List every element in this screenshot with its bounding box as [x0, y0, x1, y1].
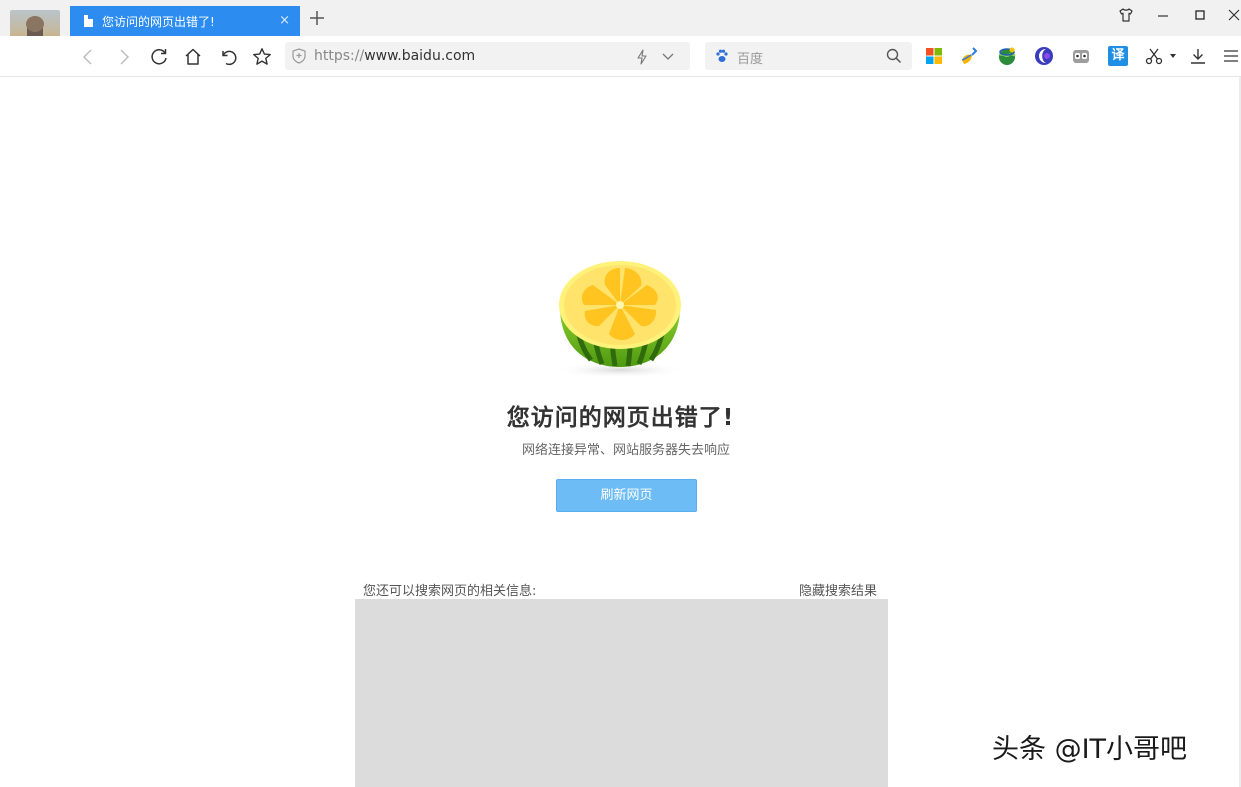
skin-button[interactable]: [1114, 7, 1138, 29]
address-bar[interactable]: https://www.baidu.com: [285, 42, 690, 70]
windows-grid-icon: [926, 48, 942, 64]
home-icon: [185, 48, 201, 65]
new-tab-button[interactable]: [305, 7, 329, 31]
shield-icon[interactable]: [292, 48, 306, 64]
moon-icon: [1035, 47, 1053, 65]
cleaner-extension-button[interactable]: [959, 45, 981, 67]
globe-icon: [999, 47, 1016, 65]
tab-title: 您访问的网页出错了!: [102, 15, 215, 29]
bookmark-button[interactable]: [250, 45, 274, 69]
refresh-page-button[interactable]: 刷新网页: [556, 479, 697, 512]
undo-icon: [222, 50, 237, 66]
lightning-icon[interactable]: [635, 49, 649, 65]
url-text[interactable]: https://www.baidu.com: [314, 48, 475, 64]
restore-tab-button[interactable]: [216, 45, 240, 69]
caret-down-icon: [1170, 54, 1176, 58]
downloads-button[interactable]: [1187, 45, 1209, 67]
related-search-label: 您还可以搜索网页的相关信息:: [363, 584, 537, 599]
chevron-right-icon: [120, 49, 129, 65]
game-extension-button[interactable]: [1070, 45, 1092, 67]
avatar-head: [26, 16, 44, 32]
chevron-left-icon: [83, 49, 92, 65]
minimize-icon: [1158, 15, 1168, 17]
back-button[interactable]: [76, 45, 100, 69]
broom-icon: [961, 47, 978, 64]
screenshot-dropdown[interactable]: [1166, 45, 1180, 67]
shirt-icon: [1119, 8, 1133, 22]
search-results-panel: [355, 599, 888, 787]
search-box[interactable]: 百度: [705, 42, 912, 70]
tab-strip: 您访问的网页出错了! ×: [0, 0, 1241, 61]
error-page: 您访问的网页出错了! 网络连接异常、网站服务器失去响应 刷新网页 您还可以搜索网…: [0, 77, 1241, 787]
download-icon: [1191, 49, 1205, 64]
search-icon[interactable]: [886, 48, 902, 64]
apps-extension-button[interactable]: [923, 45, 945, 67]
document-icon: [84, 15, 93, 27]
moon-extension-button[interactable]: [1033, 45, 1055, 67]
translate-icon: 译: [1108, 46, 1128, 66]
watermark-text: 头条 @IT小哥吧: [992, 734, 1188, 765]
error-title: 您访问的网页出错了!: [506, 405, 735, 431]
search-input[interactable]: 百度: [737, 48, 763, 67]
reload-button[interactable]: [147, 45, 171, 69]
maximize-icon: [1195, 10, 1205, 20]
hide-results-link[interactable]: 隐藏搜索结果: [799, 580, 877, 599]
forward-button[interactable]: [112, 45, 136, 69]
globe-extension-button[interactable]: [996, 45, 1018, 67]
tab-close-icon[interactable]: ×: [279, 13, 290, 28]
tab-active[interactable]: 您访问的网页出错了! ×: [70, 6, 300, 36]
main-menu-button[interactable]: [1220, 45, 1241, 67]
error-subtitle: 网络连接异常、网站服务器失去响应: [521, 443, 730, 458]
star-icon: [253, 48, 271, 65]
close-icon: [1228, 9, 1240, 21]
gamepad-icon: [1073, 50, 1089, 63]
hamburger-menu-icon: [1224, 50, 1238, 62]
url-scheme: https://: [314, 48, 365, 64]
address-toolbar: https://www.baidu.com 百度 译: [0, 36, 1241, 77]
home-button[interactable]: [181, 45, 205, 69]
url-host: www.baidu.com: [364, 48, 476, 64]
maximize-button[interactable]: [1188, 7, 1212, 29]
chevron-down-icon[interactable]: [661, 49, 675, 63]
lemon-illustration-icon: [552, 261, 688, 377]
translate-extension-button[interactable]: 译: [1107, 45, 1129, 67]
baidu-paw-icon: [716, 49, 728, 62]
scissors-icon: [1145, 48, 1163, 65]
plus-icon: [310, 11, 324, 25]
screenshot-button[interactable]: [1143, 45, 1165, 67]
minimize-button[interactable]: [1151, 7, 1175, 29]
close-window-button[interactable]: [1222, 7, 1241, 29]
reload-icon: [151, 49, 167, 65]
